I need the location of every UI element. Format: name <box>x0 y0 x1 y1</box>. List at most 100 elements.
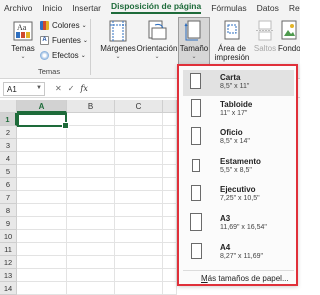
cell[interactable] <box>67 191 115 204</box>
cell[interactable] <box>17 282 67 295</box>
cell[interactable] <box>67 113 115 126</box>
cell[interactable] <box>115 113 163 126</box>
paper-size-item-a3[interactable]: A3 11,69" x 16,54" <box>183 211 294 237</box>
cell[interactable] <box>163 230 177 243</box>
paper-size-item-a4[interactable]: A4 8,27" x 11,69" <box>183 240 294 266</box>
tab-revisar[interactable]: Revisar <box>289 3 300 13</box>
row-header-6[interactable]: 6 <box>0 178 17 191</box>
cell[interactable] <box>17 217 67 230</box>
tab-formulas[interactable]: Fórmulas <box>211 3 246 13</box>
cell[interactable] <box>67 217 115 230</box>
tab-datos[interactable]: Datos <box>257 3 279 13</box>
cell[interactable] <box>17 126 67 139</box>
tab-insertar[interactable]: Insertar <box>72 3 101 13</box>
cell[interactable] <box>115 243 163 256</box>
name-box[interactable]: A1 ▼ <box>3 81 45 96</box>
breaks-button[interactable]: Saltos <box>252 20 278 53</box>
enter-icon[interactable]: ✓ <box>68 84 75 93</box>
select-all-corner[interactable] <box>0 100 17 113</box>
cell[interactable] <box>17 165 67 178</box>
column-header-c[interactable]: C <box>115 100 163 113</box>
paper-size-item-carta[interactable]: Carta 8,5" x 11" <box>183 70 294 96</box>
cell[interactable] <box>67 243 115 256</box>
row-header-13[interactable]: 13 <box>0 269 17 282</box>
cell[interactable] <box>17 178 67 191</box>
cell[interactable] <box>115 256 163 269</box>
background-button[interactable]: Fondo <box>278 20 300 53</box>
colors-button[interactable]: Colores ⌄ <box>40 20 87 31</box>
cell[interactable] <box>163 282 177 295</box>
cell[interactable] <box>17 256 67 269</box>
cell[interactable] <box>115 191 163 204</box>
paper-size-item-tabloide[interactable]: Tabloide 11" x 17" <box>183 97 294 123</box>
row-header-3[interactable]: 3 <box>0 139 17 152</box>
cell[interactable] <box>163 178 177 191</box>
cell[interactable] <box>115 152 163 165</box>
size-button[interactable]: Tamaño ⌄ <box>178 17 210 65</box>
row-header-11[interactable]: 11 <box>0 243 17 256</box>
cell[interactable] <box>163 113 177 126</box>
cell[interactable] <box>67 152 115 165</box>
cell[interactable] <box>163 269 177 282</box>
orientation-button[interactable]: Orientación ⌄ <box>136 20 178 60</box>
cell[interactable] <box>115 165 163 178</box>
cancel-icon[interactable]: ✕ <box>55 84 62 93</box>
column-header-a[interactable]: A <box>17 100 67 113</box>
cell[interactable] <box>67 282 115 295</box>
paper-size-item-estamento[interactable]: Estamento 5,5" x 8,5" <box>183 154 294 180</box>
cell[interactable] <box>67 230 115 243</box>
cell[interactable] <box>17 152 67 165</box>
print-area-button[interactable]: Área de impresión <box>212 20 252 62</box>
cell[interactable] <box>67 204 115 217</box>
effects-button[interactable]: Efectos ⌄ <box>40 50 86 61</box>
cell[interactable] <box>163 191 177 204</box>
cell[interactable] <box>17 204 67 217</box>
more-paper-sizes-item[interactable]: Más tamaños de papel... <box>201 274 289 283</box>
cell[interactable] <box>163 126 177 139</box>
cell[interactable] <box>115 139 163 152</box>
cell[interactable] <box>17 139 67 152</box>
cell[interactable] <box>115 217 163 230</box>
cell[interactable] <box>67 256 115 269</box>
cell[interactable] <box>17 243 67 256</box>
cell[interactable] <box>115 282 163 295</box>
cell[interactable] <box>163 256 177 269</box>
paper-size-item-ejecutivo[interactable]: Ejecutivo 7,25" x 10,5" <box>183 182 294 208</box>
cell[interactable] <box>115 269 163 282</box>
row-header-12[interactable]: 12 <box>0 256 17 269</box>
cell[interactable] <box>67 178 115 191</box>
tab-archivo[interactable]: Archivo <box>4 3 32 13</box>
cell[interactable] <box>115 126 163 139</box>
cell[interactable] <box>67 126 115 139</box>
cell[interactable] <box>163 217 177 230</box>
row-header-7[interactable]: 7 <box>0 191 17 204</box>
row-header-14[interactable]: 14 <box>0 282 17 295</box>
cell[interactable] <box>115 230 163 243</box>
cell[interactable] <box>163 243 177 256</box>
cell[interactable] <box>115 178 163 191</box>
row-header-9[interactable]: 9 <box>0 217 17 230</box>
cell[interactable] <box>163 152 177 165</box>
fonts-button[interactable]: A Fuentes ⌄ <box>40 35 88 46</box>
column-header-b[interactable]: B <box>67 100 115 113</box>
row-header-2[interactable]: 2 <box>0 126 17 139</box>
margins-button[interactable]: Márgenes ⌄ <box>100 20 136 60</box>
cell[interactable] <box>163 204 177 217</box>
cell[interactable] <box>17 191 67 204</box>
row-header-5[interactable]: 5 <box>0 165 17 178</box>
themes-button[interactable]: Aa Temas ⌄ <box>8 20 38 60</box>
cell[interactable] <box>67 139 115 152</box>
cell[interactable] <box>67 269 115 282</box>
column-header-d[interactable] <box>163 100 177 113</box>
paper-size-item-oficio[interactable]: Oficio 8,5" x 14" <box>183 125 294 151</box>
cell[interactable] <box>17 269 67 282</box>
active-cell-a1[interactable] <box>17 113 69 129</box>
tab-disposicion-de-pagina[interactable]: Disposición de página <box>111 1 202 14</box>
row-header-1[interactable]: 1 <box>0 113 17 126</box>
row-header-10[interactable]: 10 <box>0 230 17 243</box>
cell[interactable] <box>163 139 177 152</box>
cell[interactable] <box>115 204 163 217</box>
insert-function-icon[interactable]: fx <box>80 84 87 93</box>
row-header-4[interactable]: 4 <box>0 152 17 165</box>
cell[interactable] <box>163 165 177 178</box>
